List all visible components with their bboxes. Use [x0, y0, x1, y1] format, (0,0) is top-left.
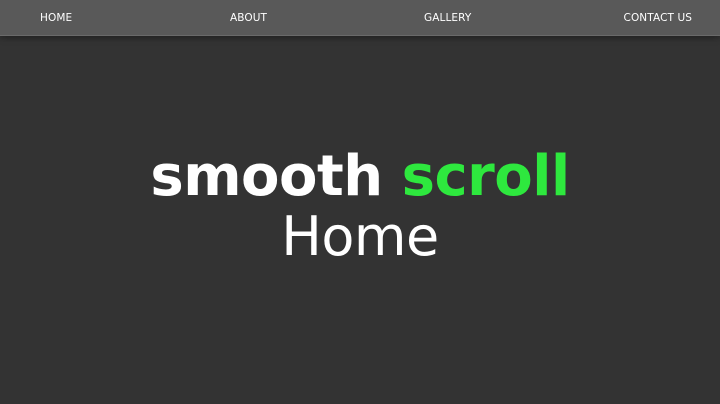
hero-title: smooth scroll [0, 146, 720, 208]
nav-link-about[interactable]: ABOUT [230, 0, 267, 36]
hero-section: smooth scroll Home [0, 146, 720, 266]
hero-subtitle: Home [281, 205, 439, 268]
navbar: HOME ABOUT GALLERY CONTACT US [0, 0, 720, 36]
nav-link-home[interactable]: HOME [40, 0, 72, 36]
nav-link-contact-us[interactable]: CONTACT US [624, 0, 692, 36]
hero-title-scroll: scroll [401, 144, 571, 209]
hero-title-smooth: smooth [150, 144, 383, 209]
nav-link-gallery[interactable]: GALLERY [424, 0, 471, 36]
